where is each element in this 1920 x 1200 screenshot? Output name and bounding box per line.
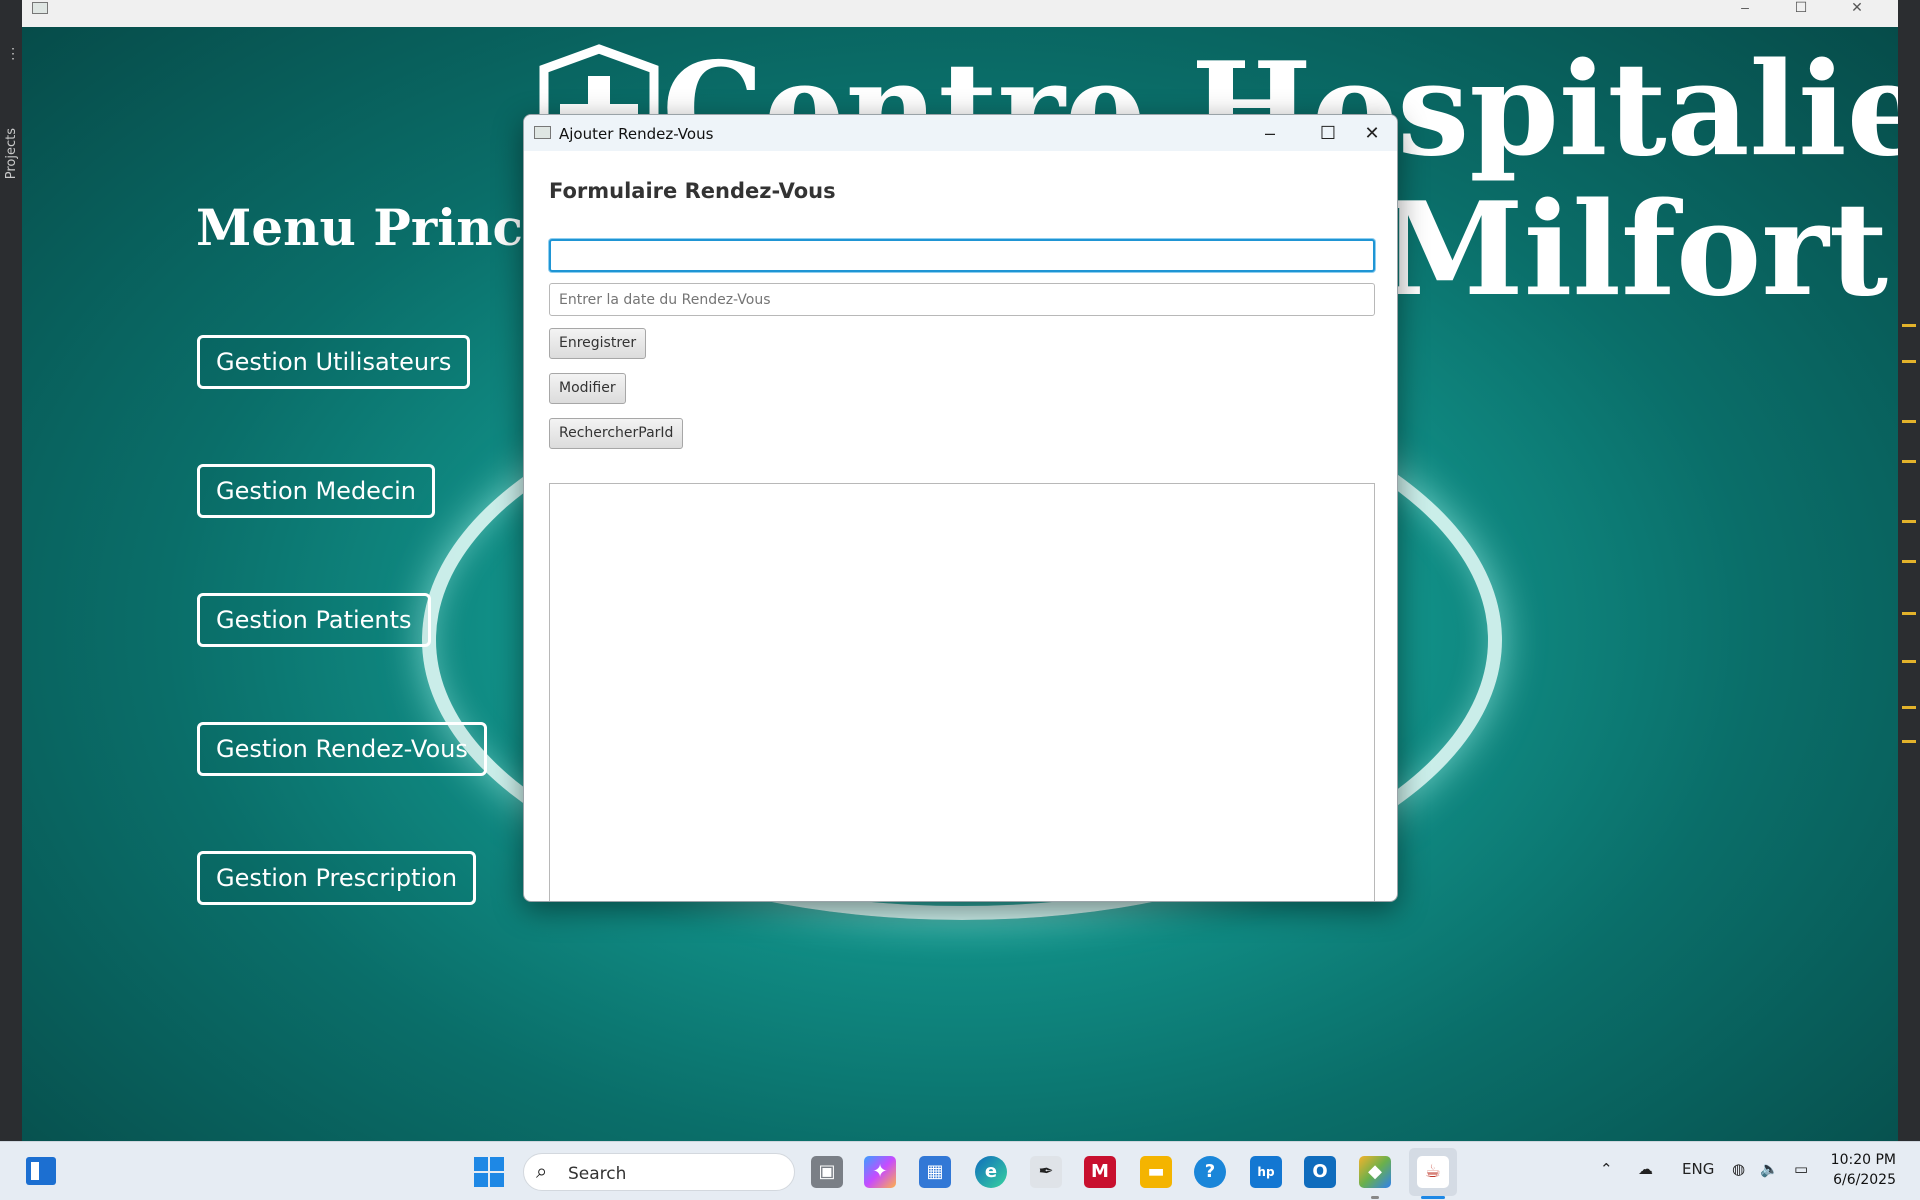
mcafee-icon[interactable]: M <box>1084 1156 1116 1188</box>
gestion-medecin-button[interactable]: Gestion Medecin <box>197 464 436 518</box>
gestion-rendez-vous-button[interactable]: Gestion Rendez-Vous <box>197 722 487 776</box>
marker-icon <box>1902 460 1916 463</box>
windows-start-icon[interactable] <box>474 1157 504 1187</box>
output-textarea[interactable] <box>549 483 1375 901</box>
search-placeholder: Search <box>568 1164 627 1184</box>
widgets-icon[interactable] <box>26 1157 56 1185</box>
minimize-icon[interactable]: – <box>1247 119 1293 147</box>
ide-left-toolbar: ⋮ Projects <box>0 0 22 1141</box>
search-icon: ⌕ <box>536 1161 548 1183</box>
projects-tab[interactable]: Projects <box>4 128 19 179</box>
enregistrer-button[interactable]: Enregistrer <box>549 328 647 359</box>
app-icon <box>32 2 48 14</box>
dialog-titlebar: Ajouter Rendez-Vous – ☐ ✕ <box>524 115 1397 151</box>
network-icon[interactable]: ◍ <box>1732 1160 1745 1178</box>
gestion-prescription-button[interactable]: Gestion Prescription <box>197 851 477 905</box>
close-icon[interactable]: ✕ <box>1834 0 1880 16</box>
myhp-icon[interactable]: hp <box>1250 1156 1282 1188</box>
outlook-icon[interactable]: O <box>1304 1156 1336 1188</box>
clock-time: 10:20 PM <box>1830 1152 1896 1168</box>
marker-icon <box>1902 520 1916 523</box>
taskbar-search[interactable]: ⌕ Search <box>523 1153 795 1191</box>
modifier-button[interactable]: Modifier <box>549 373 626 404</box>
marker-icon <box>1902 660 1916 663</box>
battery-icon[interactable]: ▭ <box>1794 1160 1808 1178</box>
language-indicator[interactable]: ENG <box>1682 1160 1714 1178</box>
onedrive-icon[interactable]: ☁ <box>1638 1160 1653 1178</box>
main-titlebar: – ☐ ✕ <box>22 0 1898 27</box>
marker-icon <box>1902 420 1916 423</box>
gestion-utilisateurs-button[interactable]: Gestion Utilisateurs <box>197 335 471 389</box>
copilot-icon[interactable]: ✦ <box>864 1156 896 1188</box>
marker-icon <box>1902 740 1916 743</box>
maximize-icon[interactable]: ☐ <box>1305 119 1351 147</box>
more-icon[interactable]: ⋮ <box>6 46 20 60</box>
marker-icon <box>1902 706 1916 709</box>
ide-right-gutter <box>1898 0 1920 1141</box>
marker-icon <box>1902 612 1916 615</box>
inkscape-icon[interactable]: ✒ <box>1030 1156 1062 1188</box>
date-input[interactable] <box>549 283 1375 316</box>
file-explorer-icon[interactable]: ▬ <box>1140 1156 1172 1188</box>
microsoft-store-icon[interactable]: ▦ <box>919 1156 951 1188</box>
close-icon[interactable]: ✕ <box>1349 119 1395 147</box>
active-indicator <box>1421 1196 1445 1199</box>
clock[interactable]: 10:20 PM 6/6/2025 <box>1831 1150 1896 1190</box>
form-heading: Formulaire Rendez-Vous <box>549 179 836 203</box>
edge-icon[interactable]: e <box>975 1156 1007 1188</box>
maximize-icon[interactable]: ☐ <box>1778 0 1824 16</box>
task-view-icon[interactable]: ▣ <box>811 1156 843 1188</box>
marker-icon <box>1902 360 1916 363</box>
volume-icon[interactable]: 🔈 <box>1760 1160 1779 1178</box>
clock-date: 6/6/2025 <box>1833 1172 1896 1188</box>
rechercher-par-id-button[interactable]: RechercherParId <box>549 418 684 449</box>
app-icon <box>534 126 551 139</box>
java-app-icon[interactable]: ☕ <box>1417 1156 1449 1188</box>
get-help-icon[interactable]: ? <box>1194 1156 1226 1188</box>
marker-icon <box>1902 560 1916 563</box>
netbeans-icon[interactable]: ◆ <box>1359 1156 1391 1188</box>
gestion-patients-button[interactable]: Gestion Patients <box>197 593 431 647</box>
dialog-title: Ajouter Rendez-Vous <box>559 125 714 143</box>
taskbar: ⌕ Search ▣ ✦ ▦ e ✒ M ▬ ? hp O ◆ ☕ ⌃ ☁ EN… <box>0 1141 1920 1200</box>
id-input[interactable] <box>549 239 1375 272</box>
running-indicator <box>1371 1196 1379 1199</box>
chevron-up-icon[interactable]: ⌃ <box>1600 1160 1613 1178</box>
marker-icon <box>1902 324 1916 327</box>
minimize-icon[interactable]: – <box>1722 0 1768 16</box>
ajouter-rendez-vous-dialog: Ajouter Rendez-Vous – ☐ ✕ Formulaire Ren… <box>523 114 1398 902</box>
hospital-title-line2: Milfort. <box>1382 175 1898 325</box>
